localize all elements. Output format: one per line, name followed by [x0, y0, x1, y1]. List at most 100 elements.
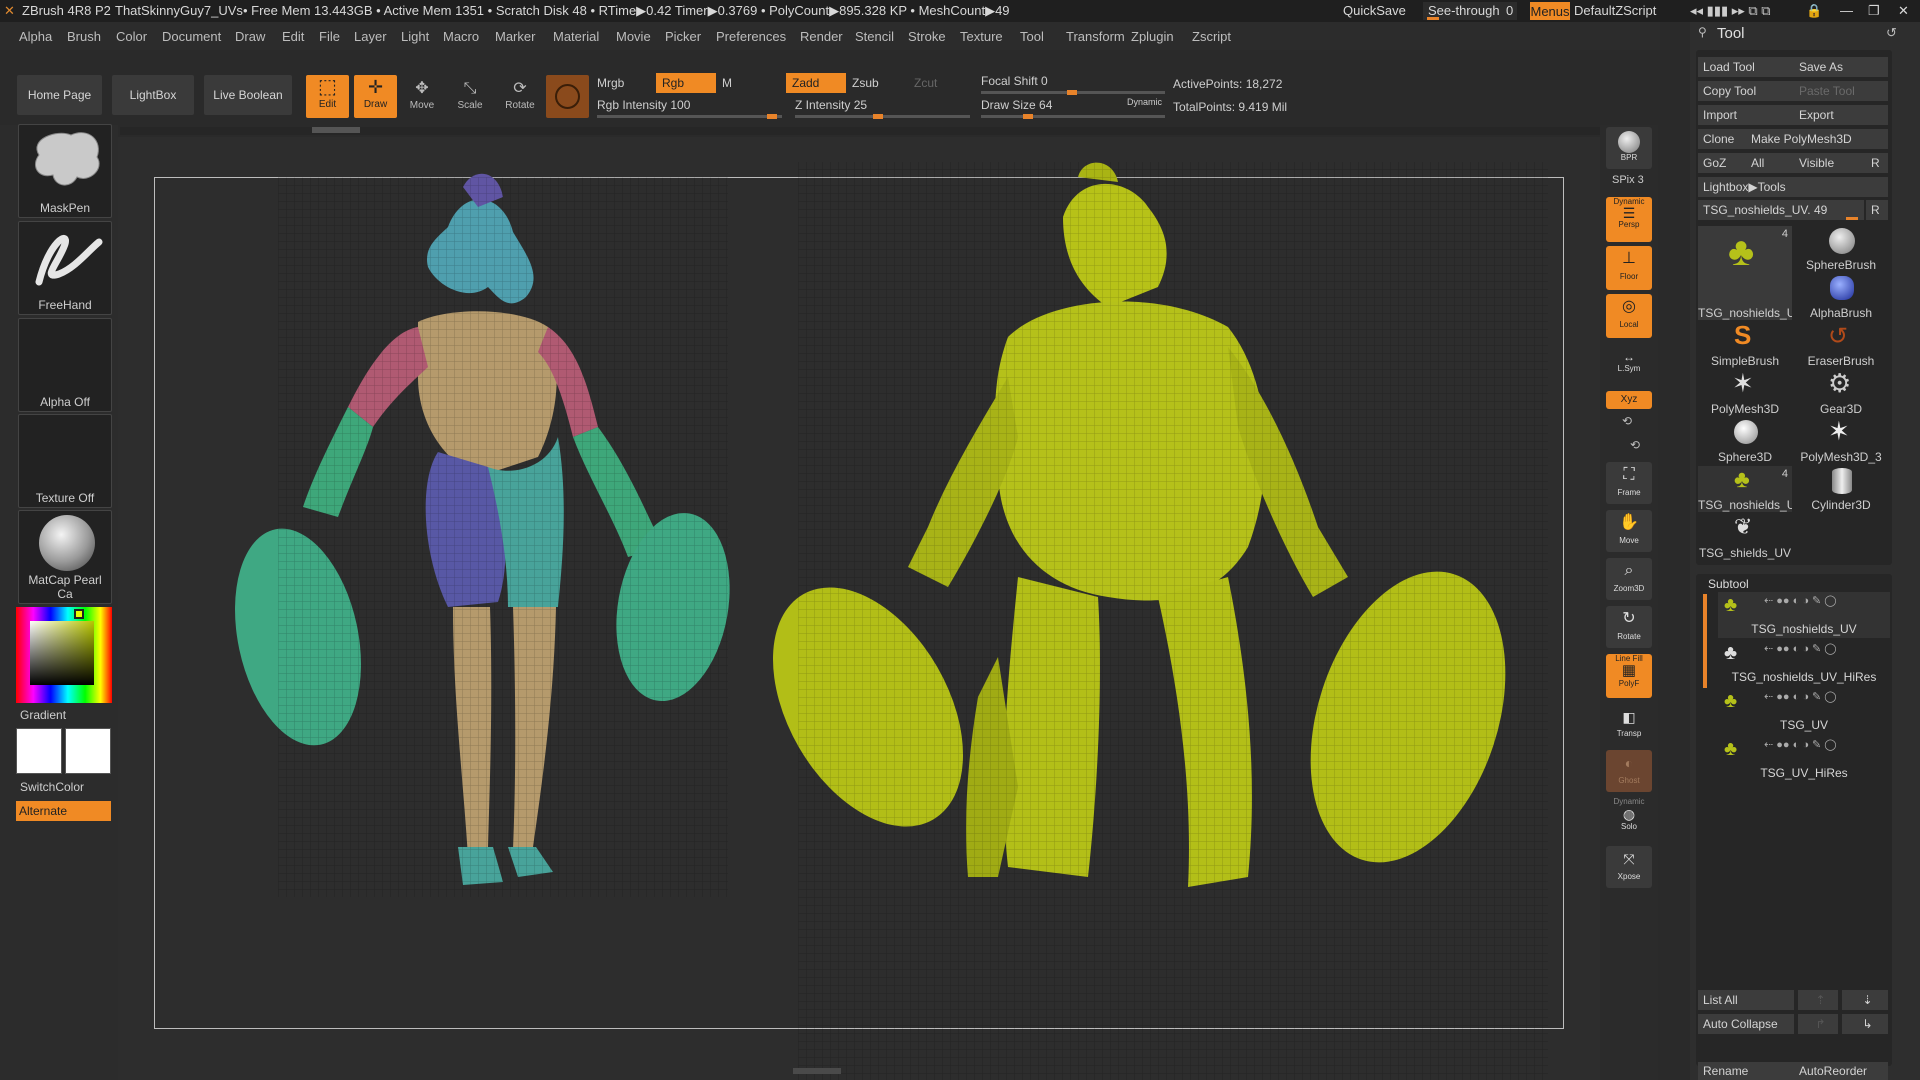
color-mode-button[interactable]	[546, 75, 589, 118]
subtool-toggles-icon[interactable]: ⇠ ●● ◐ ◑ ✎ ◯	[1764, 738, 1837, 751]
move-bottom-arrow-icon[interactable]: ↳	[1842, 1014, 1888, 1034]
tool-item-tsg-noshields-2[interactable]: 4 ♣ TSG_noshields_U	[1698, 466, 1792, 512]
color-square[interactable]	[30, 621, 94, 685]
export-button[interactable]: Export	[1794, 105, 1888, 125]
current-tool-r-button[interactable]: R	[1866, 200, 1888, 220]
menu-file[interactable]: File	[319, 29, 340, 44]
polyf-button[interactable]: Line Fill ▦ PolyF	[1606, 654, 1652, 698]
goz-all-button[interactable]: All	[1746, 153, 1794, 173]
persp-button[interactable]: Dynamic ☰ Persp	[1606, 197, 1652, 242]
lock-icon[interactable]: 🔒	[1806, 3, 1822, 19]
switchcolor-button[interactable]: SwitchColor	[20, 780, 84, 794]
close-icon[interactable]: ✕	[1898, 3, 1909, 19]
reset-icon[interactable]: ↺	[1886, 25, 1897, 41]
menu-edit[interactable]: Edit	[282, 29, 304, 44]
floor-button[interactable]: ⊥ Floor	[1606, 246, 1652, 290]
default-zscript-button[interactable]: DefaultZScript	[1574, 3, 1656, 18]
current-tool-slider[interactable]: TSG_noshields_UV. 49	[1698, 200, 1864, 220]
goz-visible-button[interactable]: Visible	[1794, 153, 1866, 173]
autoreorder-button[interactable]: AutoReorder	[1794, 1062, 1888, 1080]
rotate-y-icon[interactable]: ⟲	[1622, 414, 1632, 428]
import-button[interactable]: Import	[1698, 105, 1794, 125]
local-button[interactable]: ◎ Local	[1606, 294, 1652, 338]
rotate-z-icon[interactable]: ⟲	[1630, 438, 1640, 452]
rotate-button[interactable]: ⟳ Rotate	[500, 78, 540, 118]
subtool-row-3[interactable]: ♣ ⇠ ●● ◐ ◑ ✎ ◯ TSG_UV	[1718, 688, 1890, 734]
menu-stroke[interactable]: Stroke	[908, 29, 946, 44]
main-color-swatch[interactable]	[16, 728, 62, 774]
menu-stencil[interactable]: Stencil	[855, 29, 894, 44]
subtool-toggles-icon[interactable]: ⇠ ●● ◐ ◑ ✎ ◯	[1764, 642, 1837, 655]
list-all-button[interactable]: List All	[1698, 990, 1794, 1010]
menu-tool[interactable]: Tool	[1020, 29, 1044, 44]
menu-transform[interactable]: Transform	[1066, 29, 1125, 44]
pin-icon[interactable]: ⚲	[1698, 25, 1707, 39]
goz-button[interactable]: GoZ	[1698, 153, 1746, 173]
mrgb-button[interactable]: Mrgb	[597, 76, 624, 90]
menu-movie[interactable]: Movie	[616, 29, 651, 44]
clone-button[interactable]: Clone	[1698, 129, 1746, 149]
move-down-arrow-icon[interactable]: ⇣	[1842, 990, 1888, 1010]
menu-render[interactable]: Render	[800, 29, 843, 44]
tool-item-spherebrush[interactable]: SphereBrush	[1794, 226, 1888, 272]
zcut-button[interactable]: Zcut	[914, 76, 937, 90]
tool-item-eraserbrush[interactable]: ↺ EraserBrush	[1794, 322, 1888, 368]
menu-document[interactable]: Document	[162, 29, 221, 44]
lightbox-tools-button[interactable]: Lightbox▶Tools	[1698, 177, 1888, 197]
rename-button[interactable]: Rename	[1698, 1062, 1794, 1080]
save-as-button[interactable]: Save As	[1794, 57, 1888, 77]
goz-r-button[interactable]: R	[1866, 153, 1888, 173]
menu-draw[interactable]: Draw	[235, 29, 265, 44]
minimize-icon[interactable]: —	[1840, 3, 1853, 18]
move-button[interactable]: ✥ Move	[402, 78, 442, 118]
menu-brush[interactable]: Brush	[67, 29, 101, 44]
menu-preferences[interactable]: Preferences	[716, 29, 786, 44]
edit-button[interactable]: ⬚ Edit	[306, 75, 349, 118]
material-thumb[interactable]: MatCap Pearl Ca	[18, 510, 112, 604]
tool-item-alphabrush[interactable]: AlphaBrush	[1794, 274, 1888, 320]
move-top-arrow-icon[interactable]: ↱	[1798, 1014, 1838, 1034]
ghost-button[interactable]: ◐ Ghost	[1606, 750, 1652, 792]
secondary-color-swatch[interactable]	[65, 728, 111, 774]
menu-zscript[interactable]: Zscript	[1192, 29, 1231, 44]
menu-material[interactable]: Material	[553, 29, 599, 44]
subtool-row-4[interactable]: ♣ ⇠ ●● ◐ ◑ ✎ ◯ TSG_UV_HiRes	[1718, 736, 1890, 782]
draw-size-slider[interactable]	[981, 114, 1165, 119]
rotate-view-button[interactable]: ↻ Rotate	[1606, 606, 1652, 648]
subtool-title[interactable]: Subtool	[1708, 577, 1749, 591]
lsym-button[interactable]: ↔ L.Sym	[1606, 350, 1652, 380]
menu-marker[interactable]: Marker	[495, 29, 535, 44]
live-boolean-button[interactable]: Live Boolean	[204, 75, 292, 115]
frame-button[interactable]: ⛶ Frame	[1606, 462, 1652, 504]
dynamic-toggle[interactable]: Dynamic	[1127, 97, 1162, 107]
alpha-thumb[interactable]: Alpha Off	[18, 318, 112, 412]
bottom-scrollbar[interactable]	[793, 1068, 841, 1074]
tool-item-tsg-shields[interactable]: ❦ TSG_shields_UV	[1698, 514, 1792, 560]
move-view-button[interactable]: ✋ Move	[1606, 510, 1652, 552]
window-controls-icon[interactable]: ◂◂ ▮▮▮ ▸▸ ⧉ ⧉	[1690, 3, 1771, 19]
menu-alpha[interactable]: Alpha	[19, 29, 52, 44]
rgb-button[interactable]: Rgb	[656, 73, 716, 93]
m-button[interactable]: M	[722, 76, 732, 90]
scale-button[interactable]: ⤡ Scale	[450, 78, 490, 118]
home-page-button[interactable]: Home Page	[17, 75, 102, 115]
copy-tool-button[interactable]: Copy Tool	[1698, 81, 1794, 101]
zoom3d-button[interactable]: ⌕ Zoom3D	[1606, 558, 1652, 600]
tool-item-cylinder3d[interactable]: Cylinder3D	[1794, 466, 1888, 512]
rgb-intensity-slider[interactable]	[597, 114, 782, 119]
z-intensity-slider[interactable]	[795, 114, 970, 119]
tool-item-polymesh3d[interactable]: ✶ PolyMesh3D	[1698, 368, 1792, 416]
tool-item-sphere3d[interactable]: Sphere3D	[1698, 418, 1792, 464]
subtool-row-1[interactable]: ♣ ⇠ ●● ◐ ◑ ✎ ◯ TSG_noshields_UV	[1718, 592, 1890, 638]
menu-picker[interactable]: Picker	[665, 29, 701, 44]
spix-setting[interactable]: SPix 3	[1612, 174, 1644, 186]
menu-texture[interactable]: Texture	[960, 29, 1003, 44]
menu-light[interactable]: Light	[401, 29, 429, 44]
tool-item-gear3d[interactable]: ⚙ Gear3D	[1794, 368, 1888, 416]
bpr-button[interactable]: BPR	[1606, 127, 1652, 169]
xpose-button[interactable]: ⤧ Xpose	[1606, 846, 1652, 888]
quicksave-button[interactable]: QuickSave	[1343, 3, 1406, 18]
zsub-button[interactable]: Zsub	[852, 76, 879, 90]
alternate-button[interactable]: Alternate	[16, 801, 111, 821]
see-through-slider[interactable]: See-through 0	[1423, 2, 1517, 20]
